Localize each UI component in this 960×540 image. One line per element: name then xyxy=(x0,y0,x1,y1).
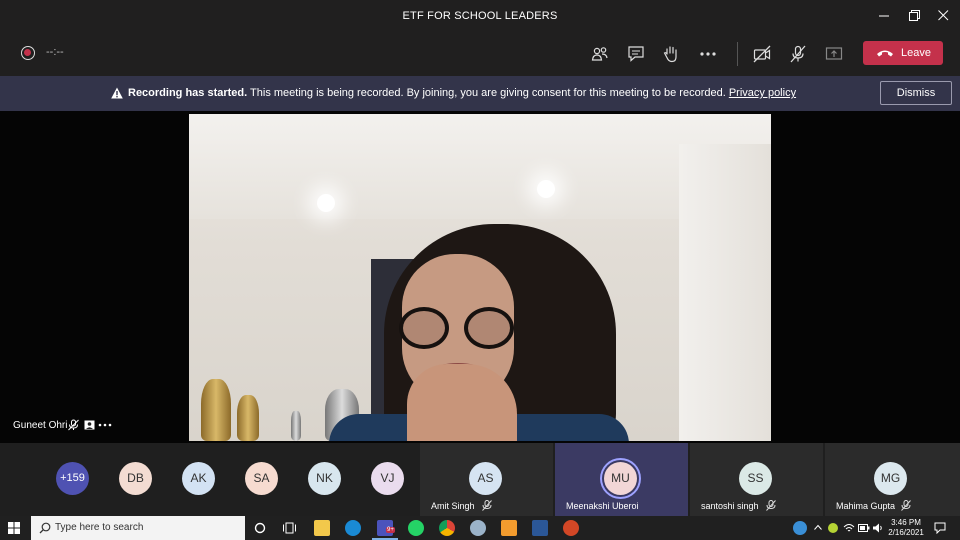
meeting-toolbar: --:-- Leave xyxy=(0,32,960,76)
windows-taskbar: Type here to search 9+ 3:46 PM 2/16/2021 xyxy=(0,516,960,540)
participant-name: Amit Singh xyxy=(431,501,475,511)
leave-label: Leave xyxy=(901,47,931,59)
window-title: ETF FOR SCHOOL LEADERS xyxy=(402,10,558,22)
chrome-icon[interactable] xyxy=(439,520,455,536)
cortana-icon[interactable] xyxy=(254,522,266,534)
participant-name: Mahima Gupta xyxy=(836,501,896,511)
privacy-policy-link[interactable]: Privacy policy xyxy=(729,87,796,99)
ceiling-light xyxy=(317,194,335,212)
raise-hand-icon xyxy=(663,46,677,63)
minimize-icon xyxy=(879,15,889,17)
title-bar: ETF FOR SCHOOL LEADERS xyxy=(0,0,960,32)
chevron-up-icon[interactable] xyxy=(814,524,822,530)
mic-off-icon xyxy=(482,500,492,511)
close-icon xyxy=(938,10,949,21)
participants-button[interactable] xyxy=(586,40,614,68)
mic-off-icon xyxy=(766,500,776,511)
tray-app-icon[interactable] xyxy=(828,523,838,533)
mic-off-icon xyxy=(790,45,806,63)
teams-notification-badge: 9+ xyxy=(386,527,395,533)
chat-icon xyxy=(628,46,644,62)
toolbar-divider xyxy=(737,42,738,66)
recording-indicator-icon xyxy=(21,46,35,60)
camera-off-icon xyxy=(753,45,771,63)
mic-off-icon xyxy=(901,500,911,511)
share-screen-button[interactable] xyxy=(820,40,848,68)
more-icon xyxy=(700,52,716,56)
participant-tile[interactable]: MG Mahima Gupta xyxy=(825,443,960,516)
banner-text: This meeting is being recorded. By joini… xyxy=(247,87,729,99)
speaker-name: Guneet Ohri xyxy=(13,420,68,431)
warning-icon xyxy=(111,87,123,99)
participant-avatar[interactable]: VJ xyxy=(371,462,404,495)
mic-toggle-button[interactable] xyxy=(784,40,812,68)
participant-tile[interactable]: AS Amit Singh xyxy=(420,443,553,516)
notifications-icon[interactable] xyxy=(934,522,946,534)
participant-name: santoshi singh xyxy=(701,501,759,511)
share-icon xyxy=(825,47,843,60)
windows-start-icon[interactable] xyxy=(8,522,20,534)
whatsapp-icon[interactable] xyxy=(408,520,424,536)
app-icon[interactable] xyxy=(470,520,486,536)
trophy xyxy=(237,395,259,441)
banner-bold-text: Recording has started. xyxy=(128,87,248,99)
battery-icon[interactable] xyxy=(858,523,870,533)
word-icon[interactable] xyxy=(532,520,548,536)
dismiss-button[interactable]: Dismiss xyxy=(880,81,952,105)
search-placeholder: Type here to search xyxy=(55,522,144,533)
clock-time: 3:46 PM xyxy=(891,518,921,527)
pin-icon[interactable] xyxy=(84,419,95,431)
restore-icon xyxy=(909,10,920,21)
trophy xyxy=(291,411,301,441)
raise-hand-button[interactable] xyxy=(657,40,685,68)
wifi-icon[interactable] xyxy=(843,522,855,534)
teams-meeting-window: ETF FOR SCHOOL LEADERS --:-- Leave Recor… xyxy=(0,0,960,540)
powerpoint-icon[interactable] xyxy=(563,520,579,536)
chat-button[interactable] xyxy=(622,40,650,68)
meeting-stage: Guneet Ohri xyxy=(0,111,960,443)
participant-tile[interactable]: SS santoshi singh xyxy=(690,443,823,516)
banner-message: Recording has started. This meeting is b… xyxy=(128,87,796,99)
volume-icon[interactable] xyxy=(872,522,884,534)
participant-avatar[interactable]: AK xyxy=(182,462,215,495)
camera-toggle-button[interactable] xyxy=(748,40,776,68)
glasses xyxy=(464,307,514,349)
participant-avatar: SS xyxy=(739,462,772,495)
trophy xyxy=(201,379,231,441)
search-icon xyxy=(39,522,51,534)
participant-avatar: MG xyxy=(874,462,907,495)
meeting-timer: --:-- xyxy=(46,46,64,58)
recording-banner: Recording has started. This meeting is b… xyxy=(0,76,960,111)
minimize-button[interactable] xyxy=(870,4,900,28)
taskbar-clock[interactable]: 3:46 PM 2/16/2021 xyxy=(886,518,926,538)
clock-date: 2/16/2021 xyxy=(888,528,924,537)
mic-off-icon xyxy=(68,419,79,431)
edge-browser-icon[interactable] xyxy=(345,520,361,536)
participant-avatar[interactable]: DB xyxy=(119,462,152,495)
participants-icon xyxy=(591,47,608,61)
task-view-icon[interactable] xyxy=(283,522,296,534)
file-explorer-icon[interactable] xyxy=(314,520,330,536)
ceiling-light xyxy=(537,180,555,198)
participants-row: +159 DB AK SA NK VJ AS Amit Singh MU Mee… xyxy=(0,443,960,516)
maximize-button[interactable] xyxy=(900,4,930,28)
participant-name: Meenakshi Uberoi xyxy=(566,501,639,511)
more-options-icon[interactable] xyxy=(98,419,112,431)
participant-avatar: AS xyxy=(469,462,502,495)
more-actions-button[interactable] xyxy=(694,40,722,68)
hang-up-icon xyxy=(877,50,893,57)
participant-tile-speaking[interactable]: MU Meenakshi Uberoi xyxy=(555,443,688,516)
taskbar-search-box[interactable]: Type here to search xyxy=(31,516,245,540)
speaker-video[interactable] xyxy=(189,114,771,441)
close-window-button[interactable] xyxy=(929,4,959,28)
participant-avatar[interactable]: NK xyxy=(308,462,341,495)
overflow-participants-count[interactable]: +159 xyxy=(56,462,89,495)
participant-avatar[interactable]: SA xyxy=(245,462,278,495)
help-tray-icon[interactable] xyxy=(793,521,807,535)
leave-button[interactable]: Leave xyxy=(863,41,943,65)
participant-avatar: MU xyxy=(604,462,637,495)
glasses xyxy=(399,307,449,349)
app-icon[interactable] xyxy=(501,520,517,536)
